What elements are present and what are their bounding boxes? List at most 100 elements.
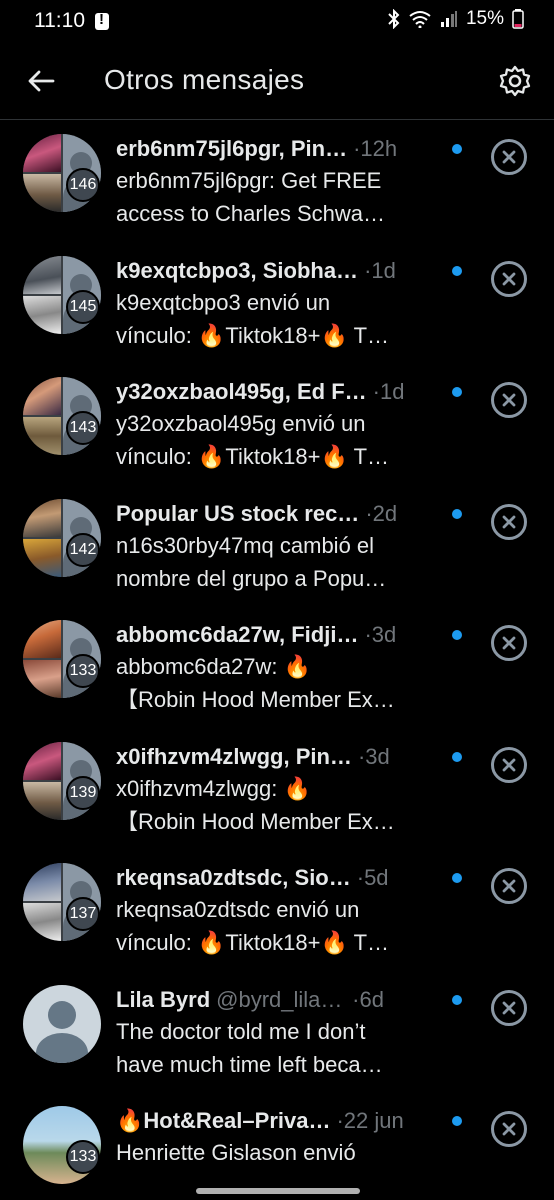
unread-indicator <box>452 994 462 1005</box>
close-icon <box>502 758 516 771</box>
message-preview-line-2: vínculo: 🔥Tiktok18+🔥 T… <box>116 322 390 348</box>
message-preview-line-2: nombre del grupo a Popu… <box>116 565 387 591</box>
conversation-text: x0ifhzvm4zlwgg, Pin… ·3d x0ifhzvm4zlwgg: … <box>116 742 446 838</box>
conversation-row[interactable]: 137 rkeqnsa0zdtsdc, Sio… ·5d rkeqnsa0zdts… <box>0 850 554 972</box>
member-avatar <box>23 174 61 212</box>
member-count-badge: 146 <box>66 168 100 202</box>
member-count-badge: 145 <box>66 289 100 324</box>
unread-indicator <box>452 1116 462 1126</box>
message-preview-line-1: Henriette Gislason envió <box>116 1140 356 1165</box>
conversation-row[interactable]: 146 erb6nm75jl6pgr, Pin… ·12h erb6nm75jl6… <box>0 121 554 243</box>
conversation-text: y32oxzbaol495g, Ed F… ·1d y32oxzbaol495g … <box>116 377 446 473</box>
conversation-row[interactable]: 143 y32oxzbaol495g, Ed F… ·1d y32oxzbaol4… <box>0 364 554 486</box>
conversation-text: Lila Byrd @byrd_lila4… ·6d The doctor told… <box>116 985 446 1081</box>
conversation-text: Popular US stock rec… ·2d n16s30rby47mq c… <box>116 499 446 595</box>
member-avatar <box>23 781 61 820</box>
member-avatar <box>23 498 61 537</box>
unread-indicator <box>452 144 462 154</box>
member-avatar <box>23 295 61 334</box>
conversation-row[interactable]: 139 x0ifhzvm4zlwgg, Pin… ·3d x0ifhzvm4zlw… <box>0 729 554 851</box>
close-icon <box>502 393 516 407</box>
message-preview-line-1: erb6nm75jl6pgr: Get FREE <box>116 168 382 193</box>
message-preview-line-1: rkeqnsa0zdtsdc envió un <box>116 897 360 922</box>
member-avatar <box>23 903 61 941</box>
conversation-name: k9exqtcbpo3, Siobha… <box>116 257 359 283</box>
back-button[interactable] <box>24 64 58 98</box>
member-count-badge: 142 <box>66 532 100 567</box>
conversation-name: 🔥Hot&Real–Priva… <box>116 1108 331 1133</box>
unread-indicator <box>452 265 462 276</box>
conversation-row[interactable]: 142 Popular US stock rec… ·2d n16s30rby47… <box>0 486 554 608</box>
conversation-time: ·2d <box>365 500 398 526</box>
conversation-name: Lila Byrd <box>116 986 211 1012</box>
member-avatar <box>23 620 61 658</box>
conversation-row[interactable]: 145 k9exqtcbpo3, Siobha… ·1d k9exqtcbpo3 … <box>0 243 554 365</box>
conversation-time: ·12h <box>353 136 398 161</box>
conversation-name: y32oxzbaol495g, Ed F… <box>116 379 367 404</box>
dismiss-button[interactable] <box>491 139 527 175</box>
message-preview-line-1: x0ifhzvm4zlwgg: 🔥 <box>116 775 311 801</box>
unread-indicator <box>452 751 462 762</box>
unread-indicator <box>452 873 462 883</box>
member-count-badge: 137 <box>66 897 100 931</box>
unread-indicator <box>452 630 462 640</box>
message-preview-line-2: have much time left beca… <box>116 1051 383 1077</box>
conversation-row[interactable]: 133 abbomc6da27w, Fidji… ·3d abbomc6da27w… <box>0 607 554 729</box>
close-icon <box>502 636 516 650</box>
message-preview-line-1: The doctor told me I don’t <box>116 1018 366 1044</box>
dismiss-button[interactable] <box>491 503 527 540</box>
message-preview-line-2: 【Robin Hood Member Ex… <box>116 687 395 712</box>
member-count-badge: 133 <box>66 1140 100 1174</box>
message-preview-line-2: vínculo: 🔥Tiktok18+🔥 T… <box>116 444 390 469</box>
conversation-time: ·1d <box>364 257 396 283</box>
dismiss-button[interactable] <box>491 625 527 661</box>
member-count-badge: 139 <box>66 775 100 810</box>
conversation-row[interactable]: Lila Byrd @byrd_lila4… ·6d The doctor told… <box>0 972 554 1094</box>
conversation-row[interactable]: 133 🔥Hot&Real–Priva… ·22 jun Henriette Gi… <box>0 1093 554 1200</box>
gear-icon <box>499 65 531 97</box>
close-icon <box>502 879 516 893</box>
close-icon <box>502 515 516 528</box>
conversation-name: x0ifhzvm4zlwgg, Pin… <box>116 743 352 769</box>
default-avatar <box>23 984 101 1063</box>
conversation-list: 146 erb6nm75jl6pgr, Pin… ·12h erb6nm75jl6… <box>0 121 554 1200</box>
dismiss-button[interactable] <box>491 746 527 783</box>
message-preview-line-1: k9exqtcbpo3 envió un <box>116 289 331 315</box>
dismiss-button[interactable] <box>491 382 527 418</box>
message-preview-line-2: vínculo: 🔥Tiktok18+🔥 T… <box>116 930 390 955</box>
wifi-icon <box>408 10 432 28</box>
close-icon <box>502 272 516 285</box>
battery-percent: 15% <box>465 8 504 29</box>
message-preview-line-1: abbomc6da27w: 🔥 <box>116 654 311 679</box>
message-preview-line-2: access to Charles Schwa… <box>116 201 385 226</box>
settings-button[interactable] <box>496 62 534 100</box>
status-bar: 11:10 15% <box>0 0 554 42</box>
dismiss-button[interactable] <box>491 1111 527 1147</box>
unread-indicator <box>452 387 462 397</box>
arrow-left-icon <box>28 70 55 92</box>
conversation-time: ·3d <box>364 622 397 647</box>
dismiss-button[interactable] <box>491 989 527 1026</box>
home-indicator[interactable] <box>196 1188 360 1194</box>
member-avatar <box>23 134 61 172</box>
dismiss-button[interactable] <box>491 868 527 904</box>
member-avatar <box>23 863 61 901</box>
conversation-name: erb6nm75jl6pgr, Pin… <box>116 136 348 161</box>
unread-indicator <box>452 508 462 519</box>
conversation-time: ·5d <box>356 865 389 890</box>
bluetooth-icon <box>388 9 400 29</box>
message-preview-line-1: n16s30rby47mq cambió el <box>116 532 375 558</box>
message-preview-line-2: 【Robin Hood Member Ex… <box>116 808 395 834</box>
member-avatar <box>23 255 61 294</box>
conversation-time: ·1d <box>372 379 405 404</box>
dismiss-button[interactable] <box>491 260 527 297</box>
top-app-bar: Otros mensajes <box>0 42 554 120</box>
member-avatar <box>23 660 61 698</box>
conversation-text: 🔥Hot&Real–Priva… ·22 jun Henriette Gislas… <box>116 1106 446 1169</box>
conversation-name: abbomc6da27w, Fidji… <box>116 622 359 647</box>
conversation-time: ·3d <box>357 743 390 769</box>
close-icon <box>502 1001 516 1014</box>
close-icon <box>502 150 516 164</box>
status-time: 11:10 <box>34 9 85 32</box>
page-title: Otros mensajes <box>104 64 305 95</box>
